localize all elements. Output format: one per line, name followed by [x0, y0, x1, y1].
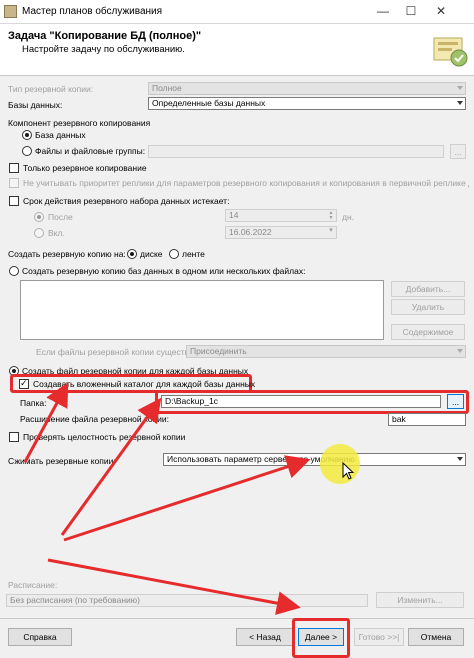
- arrow-to-subdir: [23, 382, 69, 463]
- arrow-to-next: [47, 558, 301, 616]
- arrow-to-compress: [63, 455, 311, 542]
- annotation-arrows: [23, 382, 311, 616]
